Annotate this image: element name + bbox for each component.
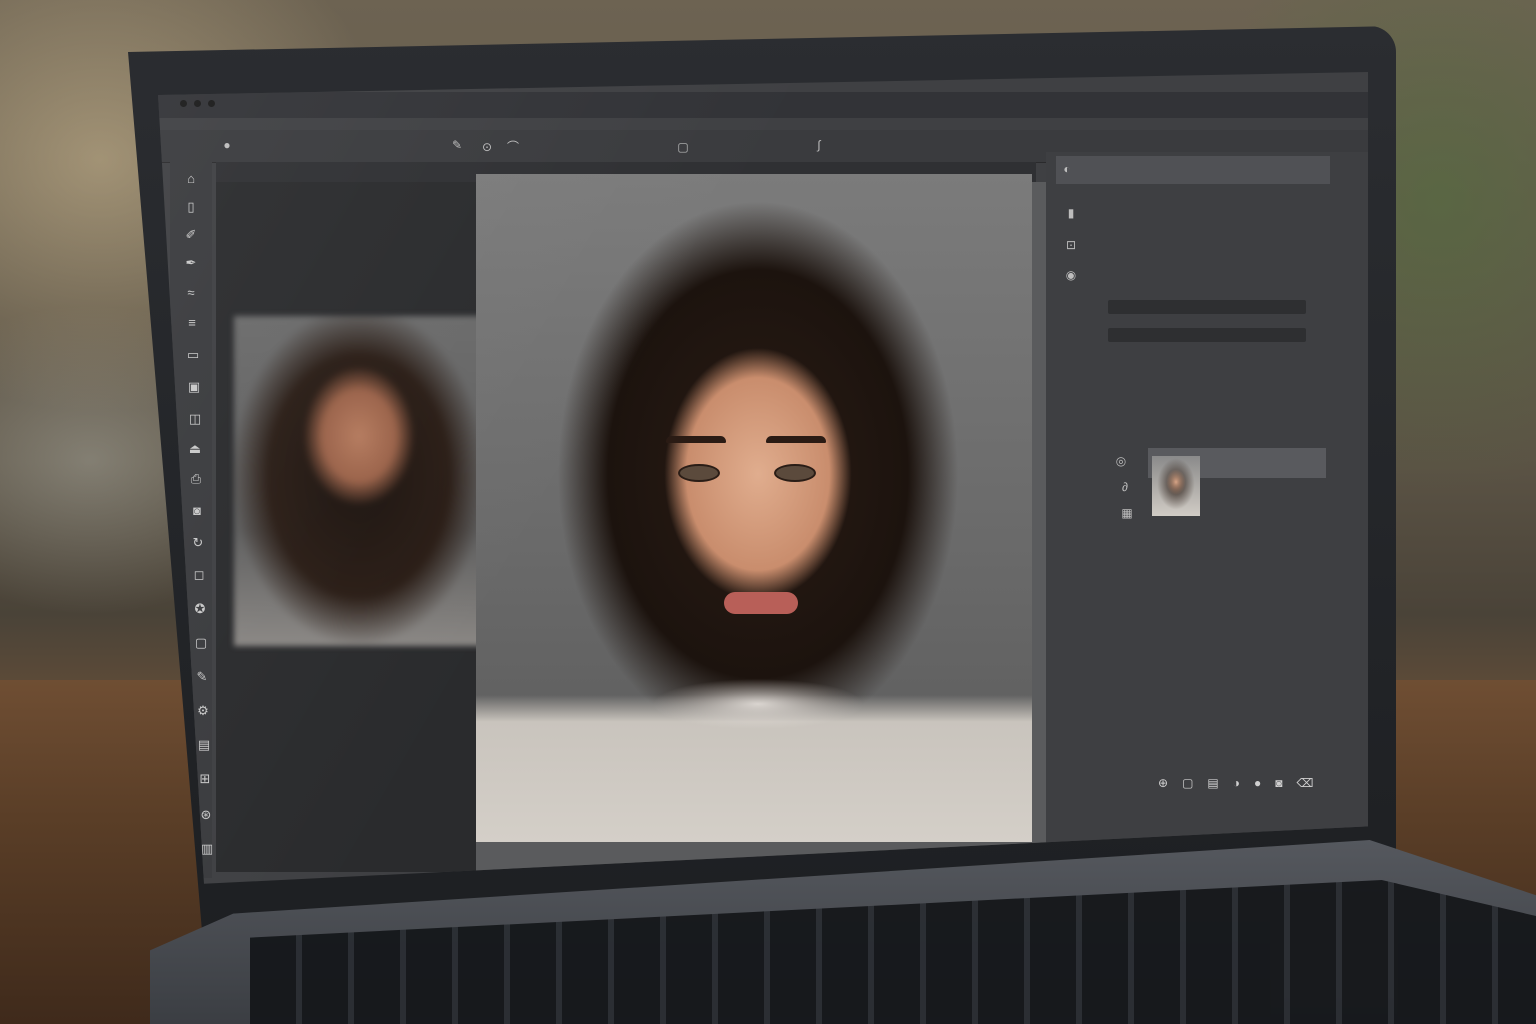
- brush-tool-icon[interactable]: ▣: [186, 380, 202, 394]
- portrait-photo[interactable]: [476, 174, 1032, 842]
- pen-tool-icon[interactable]: ✪: [192, 602, 208, 616]
- fill-slider[interactable]: [1108, 328, 1306, 342]
- zoom-window-button[interactable]: [208, 100, 215, 107]
- brush-settings-icon[interactable]: ✎: [450, 138, 464, 152]
- lock-icon[interactable]: ▮: [1064, 206, 1078, 220]
- left-eyebrow: [666, 436, 726, 443]
- layers-panel-actions: ⊕▢▤◑●◙⌫: [1158, 776, 1327, 790]
- type-tool-icon[interactable]: ▢: [193, 636, 209, 650]
- menu-bar: [168, 112, 1358, 132]
- brush-preset-icon[interactable]: ●: [220, 138, 234, 152]
- layer-eye-icon[interactable]: ◎: [1114, 454, 1128, 468]
- adjustment-layer-icon[interactable]: ◑: [1233, 776, 1254, 790]
- path-selection-icon[interactable]: ✎: [194, 670, 210, 684]
- lips: [724, 592, 798, 614]
- layer-thumbnail[interactable]: [1152, 456, 1200, 516]
- pressure-size-icon[interactable]: ▢: [676, 140, 690, 154]
- status-bar: [228, 858, 518, 872]
- history-brush-icon[interactable]: ⏏: [187, 442, 203, 456]
- close-window-button[interactable]: [180, 100, 187, 107]
- clone-stamp-icon[interactable]: ◫: [187, 412, 203, 426]
- airbrush-icon[interactable]: ⊙: [480, 140, 494, 154]
- gradient-tool-icon[interactable]: ◙: [189, 504, 205, 518]
- quick-selection-tool-icon[interactable]: ✒: [183, 256, 199, 270]
- dodge-tool-icon[interactable]: ◻: [191, 568, 207, 582]
- delete-layer-icon[interactable]: ⌫: [1297, 776, 1328, 790]
- marquee-tool-icon[interactable]: ▯: [183, 200, 199, 214]
- right-eye: [774, 464, 816, 482]
- smoothing-icon[interactable]: ⌒: [506, 140, 520, 154]
- link-icon[interactable]: ⊡: [1064, 238, 1078, 252]
- new-layer-icon[interactable]: ◙: [1275, 776, 1296, 790]
- symmetry-icon[interactable]: ∫: [812, 138, 826, 152]
- foreground-color-icon[interactable]: ⊛: [198, 808, 214, 822]
- eyedropper-tool-icon[interactable]: ≡: [184, 316, 200, 330]
- healing-brush-icon[interactable]: ▭: [185, 348, 201, 362]
- new-group-icon[interactable]: ●: [1254, 776, 1275, 790]
- move-tool-icon[interactable]: ⌂: [183, 172, 199, 186]
- eraser-tool-icon[interactable]: ⎙: [188, 472, 204, 486]
- lasso-tool-icon[interactable]: ✐: [183, 228, 199, 242]
- properties-panel: [1046, 152, 1368, 872]
- visibility-icon[interactable]: ◉: [1064, 268, 1078, 282]
- link-layers-icon[interactable]: ⊕: [1158, 776, 1182, 790]
- right-eyebrow: [766, 436, 826, 443]
- layer-link-icon[interactable]: ∂: [1118, 480, 1132, 494]
- layer-mask-icon[interactable]: ▦: [1120, 506, 1134, 520]
- add-style-icon[interactable]: ▢: [1182, 776, 1207, 790]
- shape-tool-icon[interactable]: ⚙: [195, 704, 211, 718]
- left-eye: [678, 464, 720, 482]
- hand-tool-icon[interactable]: ▤: [196, 738, 212, 752]
- opacity-slider[interactable]: [1108, 300, 1306, 314]
- laptop-screen: ● ✎ ⊙ ⌒ ▢ ∫ ⌂ ▯ ✐ ✒ ≈ ≡ ▭ ▣ ◫ ⏏ ⎙ ◙ ↻ ◻ …: [158, 72, 1368, 884]
- panel-collapse-icon[interactable]: ◐: [1060, 162, 1074, 176]
- minimize-window-button[interactable]: [194, 100, 201, 107]
- panel-header: [1056, 156, 1330, 184]
- add-mask-icon[interactable]: ▤: [1207, 776, 1232, 790]
- zoom-tool-icon[interactable]: ⊞: [197, 772, 213, 786]
- blurred-preview-image: [234, 316, 488, 646]
- crop-tool-icon[interactable]: ≈: [183, 286, 199, 300]
- blur-tool-icon[interactable]: ↻: [190, 536, 206, 550]
